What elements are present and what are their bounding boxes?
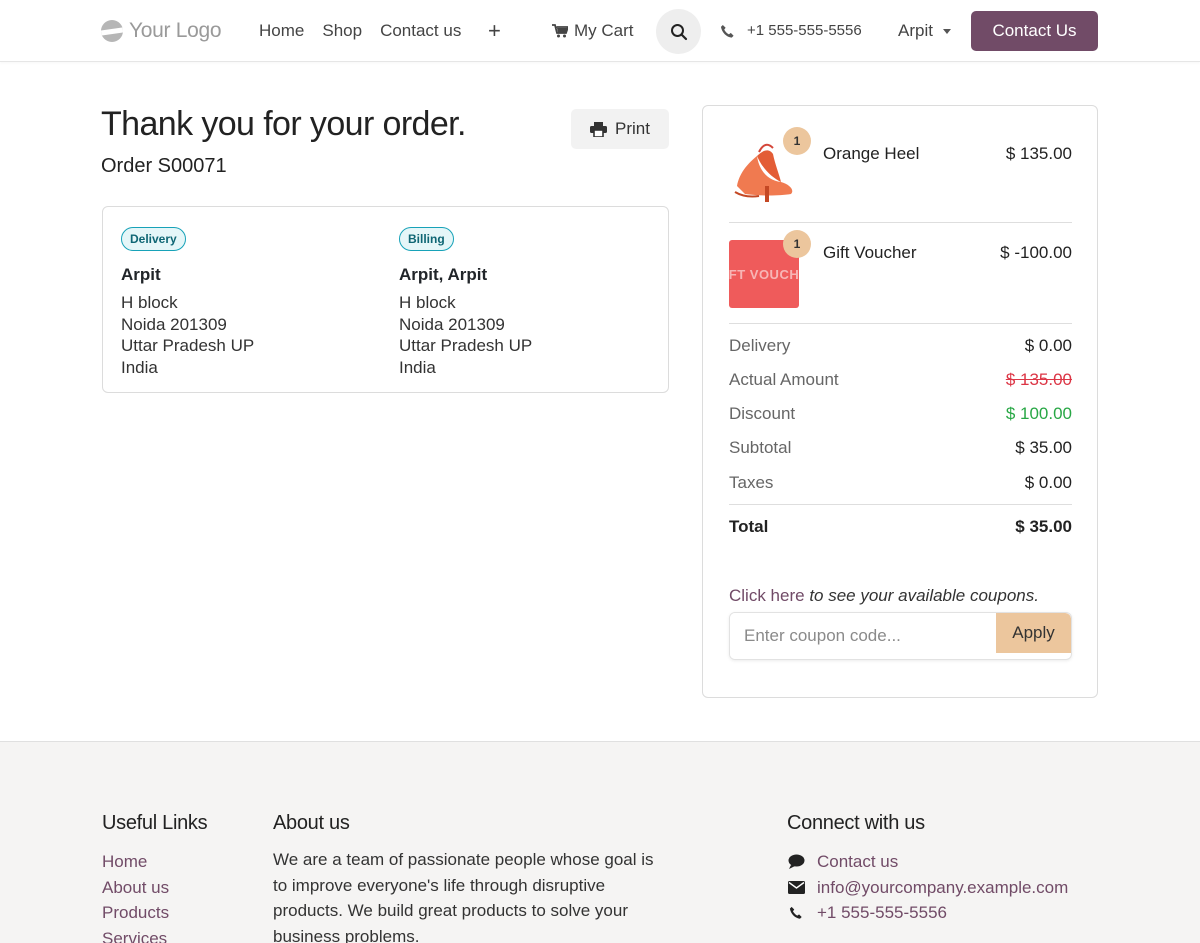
logo-text: Your Logo	[129, 19, 222, 42]
delivery-address: Delivery Arpit H block Noida 201309 Utta…	[121, 227, 254, 378]
search-button[interactable]	[656, 9, 701, 54]
delivery-line: H block	[121, 293, 178, 312]
cart-link[interactable]: My Cart	[552, 20, 634, 42]
nav-home[interactable]: Home	[259, 20, 304, 42]
contact-us-button[interactable]: Contact Us	[971, 11, 1098, 51]
nav-shop[interactable]: Shop	[322, 20, 362, 42]
coupon-input[interactable]	[730, 613, 997, 659]
footer-links-title: Useful Links	[102, 812, 208, 834]
divider	[729, 323, 1072, 324]
apply-button[interactable]: Apply	[996, 613, 1071, 653]
row-value: $ 0.00	[1024, 336, 1072, 355]
billing-name: Arpit, Arpit	[399, 265, 488, 284]
divider	[729, 222, 1072, 223]
cart-icon	[552, 24, 568, 38]
row-label: Discount	[729, 404, 796, 423]
discount-row: Discount $ 100.00	[729, 403, 1072, 425]
delivery-line: Uttar Pradesh UP	[121, 336, 255, 355]
site-footer: Useful Links Home About us Products Serv…	[0, 741, 1200, 943]
billing-badge: Billing	[399, 227, 454, 251]
site-logo[interactable]: Your Logo	[101, 16, 222, 46]
chat-icon	[788, 854, 804, 870]
footer-about-title: About us	[273, 812, 350, 834]
row-value: $ 35.00	[1015, 517, 1072, 536]
subtotal-row: Subtotal $ 35.00	[729, 437, 1072, 459]
billing-line: Noida 201309	[399, 314, 505, 334]
order-summary: 1 Orange Heel $ 135.00 FT VOUCH 1 Gift V…	[702, 105, 1098, 698]
total-row: Total $ 35.00	[729, 516, 1072, 538]
delivery-row: Delivery $ 0.00	[729, 335, 1072, 357]
footer-about-text: We are a team of passionate people whose…	[273, 850, 654, 943]
row-value: $ 0.00	[1024, 473, 1072, 492]
billing-line: Uttar Pradesh UP	[399, 336, 533, 355]
delivery-badge: Delivery	[121, 227, 186, 251]
coupon-form: Apply	[729, 612, 1072, 660]
footer-link-products[interactable]: Products	[102, 900, 207, 926]
footer-about: About us We are a team of passionate peo…	[273, 812, 668, 943]
footer-email-link[interactable]: info@yourcompany.example.com	[787, 875, 1068, 901]
search-icon	[670, 23, 687, 40]
page-title: Thank you for your order.	[101, 105, 466, 143]
footer-connect-title: Connect with us	[787, 812, 925, 834]
billing-address: Billing Arpit, Arpit H block Noida 20130…	[399, 227, 532, 378]
plus-icon[interactable]: +	[488, 18, 501, 44]
chevron-down-icon	[942, 28, 951, 34]
main-nav: Home Shop Contact us	[259, 20, 461, 42]
footer-link-services[interactable]: Services	[102, 926, 207, 943]
delivery-name: Arpit	[121, 265, 161, 284]
footer-link-home[interactable]: Home	[102, 849, 207, 875]
user-name: Arpit	[898, 21, 933, 40]
footer-contact-link[interactable]: Contact us	[787, 849, 1068, 875]
print-button[interactable]: Print	[571, 109, 669, 149]
row-label: Total	[729, 517, 769, 536]
billing-line: India	[399, 357, 436, 377]
row-label: Taxes	[729, 473, 774, 492]
billing-line: H block	[399, 293, 456, 312]
envelope-icon	[787, 881, 805, 895]
delivery-line: Noida 201309	[121, 314, 227, 334]
actual-amount-row: Actual Amount $ 135.00	[729, 369, 1072, 391]
coupon-link[interactable]: Click here	[729, 586, 805, 605]
row-value: $ 35.00	[1015, 438, 1072, 457]
delivery-line: India	[121, 357, 158, 377]
logo-icon	[101, 20, 123, 42]
print-label: Print	[615, 119, 650, 138]
cart-item: FT VOUCH 1 Gift Voucher $ -100.00	[729, 230, 1072, 308]
phone-link[interactable]: +1 555-555-5556	[720, 21, 862, 41]
row-label: Delivery	[729, 336, 791, 355]
coupon-hint-text: to see your available coupons.	[804, 586, 1039, 605]
item-quantity: 1	[783, 230, 811, 258]
nav-contact[interactable]: Contact us	[380, 20, 461, 42]
item-quantity: 1	[783, 127, 811, 155]
item-name: Gift Voucher	[823, 243, 917, 262]
footer-connect: Connect with us Contact us info@yourcomp…	[787, 812, 1068, 926]
cart-label: My Cart	[574, 21, 634, 40]
user-menu[interactable]: Arpit	[898, 20, 951, 42]
coupon-hint: Click here to see your available coupons…	[729, 586, 1039, 606]
footer-contact-label: Contact us	[817, 852, 899, 871]
row-value: $ 100.00	[1005, 404, 1072, 423]
row-label: Actual Amount	[729, 370, 839, 389]
row-value: $ 135.00	[1005, 370, 1072, 389]
item-price: $ -100.00	[1000, 243, 1072, 262]
cart-item: 1 Orange Heel $ 135.00	[729, 127, 1072, 208]
phone-number: +1 555-555-5556	[747, 22, 862, 39]
footer-link-about[interactable]: About us	[102, 875, 207, 901]
phone-icon	[789, 907, 802, 919]
divider	[729, 504, 1072, 505]
voucher-thumb-text: FT VOUCH	[729, 266, 799, 282]
item-name: Orange Heel	[823, 144, 920, 163]
taxes-row: Taxes $ 0.00	[729, 472, 1072, 494]
site-header: Your Logo Home Shop Contact us + My Cart…	[0, 0, 1200, 62]
footer-phone: +1 555-555-5556	[817, 903, 947, 923]
print-icon	[590, 121, 608, 137]
order-number: Order S00071	[101, 155, 227, 177]
phone-icon	[720, 24, 734, 38]
address-card: Delivery Arpit H block Noida 201309 Utta…	[102, 206, 669, 393]
footer-phone-link[interactable]: +1 555-555-5556	[787, 900, 1068, 926]
row-label: Subtotal	[729, 438, 792, 457]
footer-email: info@yourcompany.example.com	[817, 877, 1069, 897]
item-price: $ 135.00	[1005, 144, 1072, 163]
footer-links: Useful Links Home About us Products Serv…	[102, 812, 208, 943]
